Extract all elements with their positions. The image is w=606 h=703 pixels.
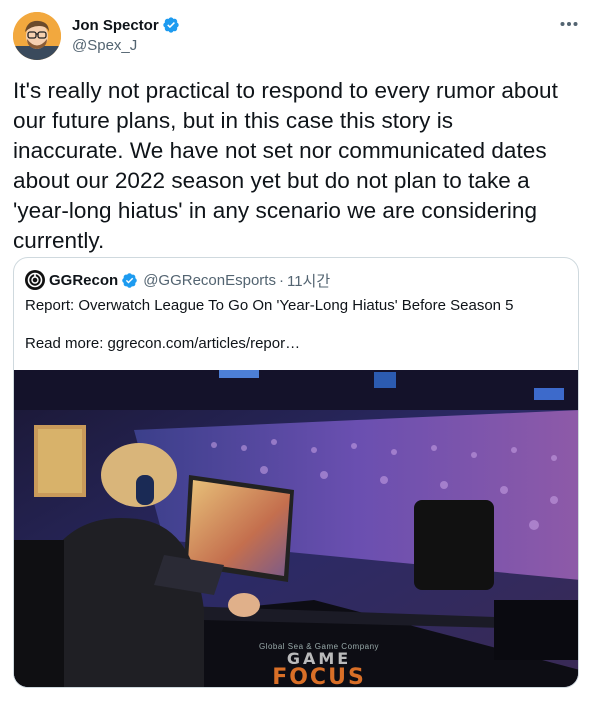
quoted-verified-badge-icon (121, 272, 138, 289)
quoted-header: GGRecon @GGReconEsports · 11시간 (25, 270, 330, 290)
author-block: Jon Spector @Spex_J (72, 15, 180, 54)
tweet-text: It's really not practical to respond to … (13, 78, 558, 253)
author-avatar[interactable] (13, 12, 61, 60)
avatar-illustration-icon (13, 12, 61, 60)
more-options-button[interactable] (556, 14, 582, 34)
image-watermark: Global Sea & Game Company GAME FOCUS (254, 642, 384, 688)
quoted-author-name[interactable]: GGRecon (49, 272, 118, 289)
author-name[interactable]: Jon Spector (72, 17, 159, 34)
quoted-text: Report: Overwatch League To Go On 'Year-… (25, 297, 514, 314)
esports-arena-photo (14, 370, 578, 687)
watermark-focus-text: FOCUS (272, 665, 366, 688)
quoted-separator: · (278, 271, 284, 289)
ggrecon-logo-icon (25, 270, 45, 290)
author-handle[interactable]: @Spex_J (72, 37, 180, 54)
quoted-author-handle[interactable]: @GGReconEsports (143, 272, 276, 289)
quoted-tweet[interactable]: GGRecon @GGReconEsports · 11시간 Report: O… (13, 257, 579, 688)
tweet-card: Jon Spector @Spex_J It's really not prac… (0, 0, 606, 703)
quoted-timestamp[interactable]: 11시간 (287, 270, 330, 291)
quoted-media-image[interactable]: Global Sea & Game Company GAME FOCUS (14, 370, 578, 688)
quoted-read-more[interactable]: Read more: ggrecon.com/articles/repor… (25, 334, 300, 354)
more-dots-icon (560, 22, 578, 26)
verified-badge-icon (162, 16, 180, 34)
